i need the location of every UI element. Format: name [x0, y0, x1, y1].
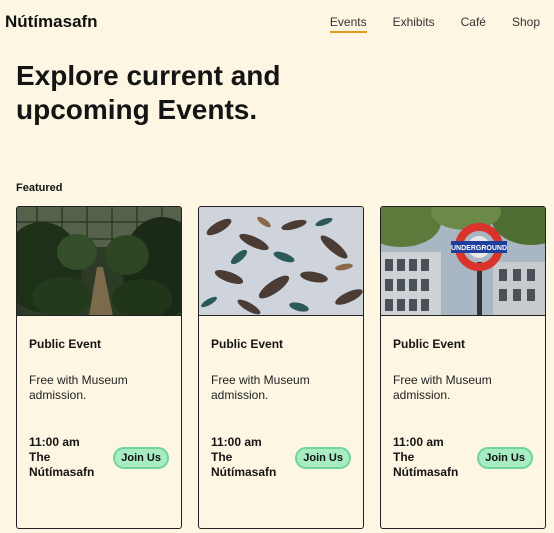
card-time: 11:00 am [393, 435, 444, 449]
card-meta: 11:00 am The Nútímasafn [211, 435, 291, 480]
card-title: Public Event [393, 337, 466, 351]
nav-shop[interactable]: Shop [512, 15, 540, 32]
brand-logo[interactable]: Nútímasafn [5, 12, 98, 32]
card-title: Public Event [211, 337, 284, 351]
underground-sign-image: UNDERGROUND [381, 207, 545, 316]
join-us-button[interactable]: Join Us [477, 447, 533, 469]
card-meta: 11:00 am The Nútímasafn [29, 435, 109, 480]
nav-cafe[interactable]: Café [461, 15, 486, 32]
card-venue: The Nútímasafn [211, 450, 277, 479]
card-time: 11:00 am [211, 435, 262, 449]
featured-label: Featured [16, 182, 63, 194]
nav-events[interactable]: Events [329, 15, 367, 33]
card-time: 11:00 am [29, 435, 80, 449]
card-venue: The Nútímasafn [29, 450, 95, 479]
main-nav: Events Exhibits Café Shop [329, 15, 540, 33]
page-title: Explore current and upcoming Events. [16, 60, 281, 125]
event-cards: Public Event Free with Museum admission.… [16, 206, 546, 529]
join-us-button[interactable]: Join Us [113, 447, 169, 469]
card-title: Public Event [29, 337, 102, 351]
hummingbird-image [199, 207, 363, 316]
card-meta: 11:00 am The Nútímasafn [393, 435, 473, 480]
event-card[interactable]: Public Event Free with Museum admission.… [198, 206, 364, 529]
card-description: Free with Museum admission. [29, 373, 128, 402]
card-description: Free with Museum admission. [211, 373, 310, 402]
underground-sign-text: UNDERGROUND [451, 245, 507, 252]
event-card[interactable]: Public Event Free with Museum admission.… [16, 206, 182, 529]
nav-exhibits[interactable]: Exhibits [393, 15, 435, 32]
card-description: Free with Museum admission. [393, 373, 492, 402]
card-venue: The Nútímasafn [393, 450, 459, 479]
join-us-button[interactable]: Join Us [295, 447, 351, 469]
greenhouse-image [17, 207, 181, 316]
event-card[interactable]: UNDERGROUND Public Event Free with Museu… [380, 206, 546, 529]
